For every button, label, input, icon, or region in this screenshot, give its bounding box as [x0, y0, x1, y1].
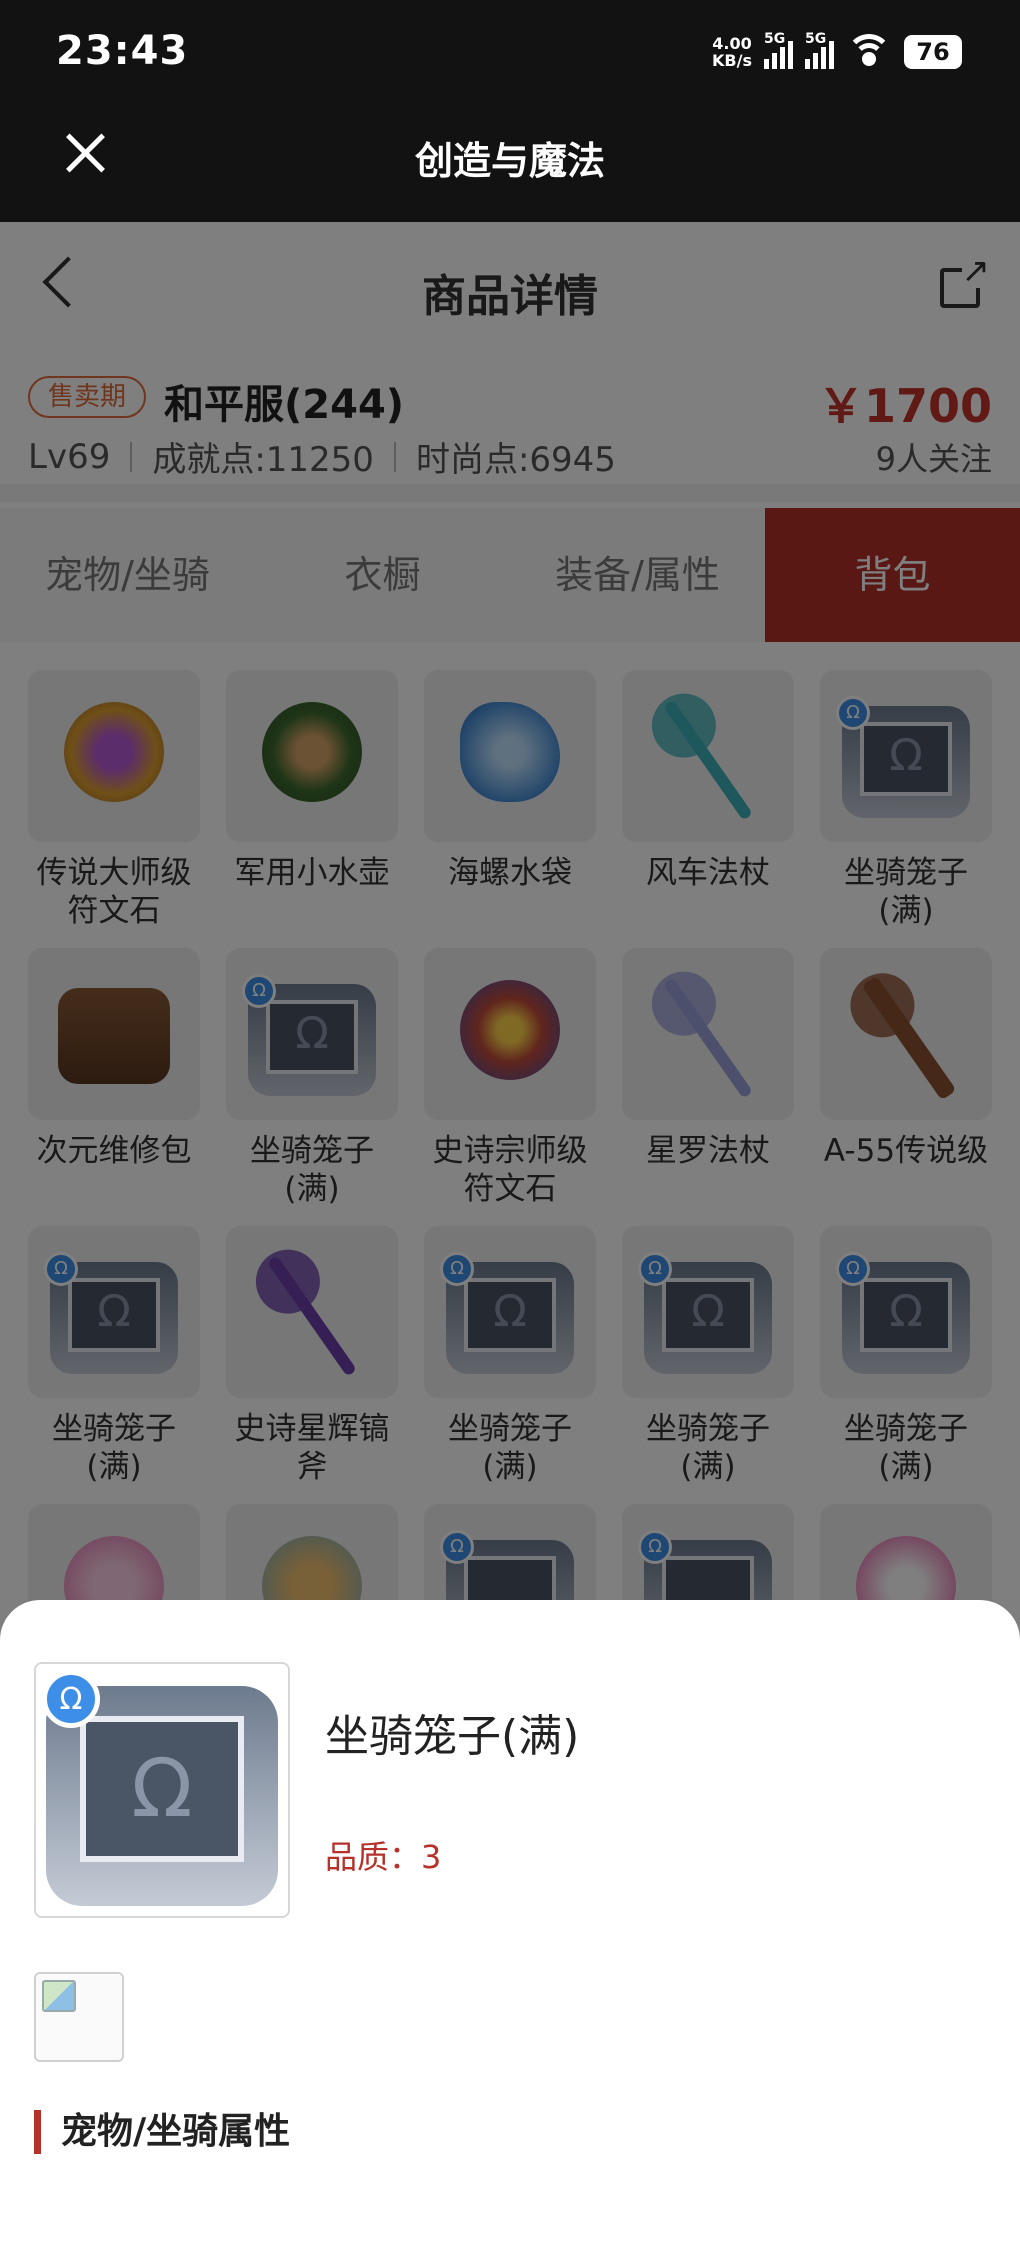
status-bar: 23:43 4.00 KB/s 5G 5G 76 [0, 0, 1020, 110]
battery-icon: 76 [904, 35, 962, 69]
signal-label: 5G [764, 31, 786, 47]
broken-image-icon [34, 1972, 124, 2062]
status-icons: 4.00 KB/s 5G 5G 76 [712, 30, 962, 74]
item-image: ΩΩ [34, 1662, 290, 1918]
network-speed-value: 4.00 [712, 34, 752, 53]
signal-icon-2: 5G [805, 31, 834, 69]
network-speed-unit: KB/s [712, 51, 752, 70]
item-title: 坐骑笼子(满) [325, 1711, 580, 1762]
item-detail-sheet: ΩΩ 坐骑笼子(满) 品质：3 宠物/坐骑属性 [0, 1600, 1020, 2267]
signal-label-2: 5G [805, 31, 827, 47]
item-quality: 品质：3 [325, 1838, 442, 1876]
mount-cage-icon: ΩΩ [42, 1670, 278, 1906]
section-title: 宠物/坐骑属性 [34, 2110, 290, 2154]
signal-icon: 5G [764, 31, 793, 69]
app-title: 创造与魔法 [414, 139, 605, 183]
status-time: 23:43 [56, 28, 189, 74]
wifi-icon [846, 34, 892, 70]
app-bar: 创造与魔法 [0, 110, 1020, 222]
network-speed: 4.00 KB/s [712, 35, 752, 69]
